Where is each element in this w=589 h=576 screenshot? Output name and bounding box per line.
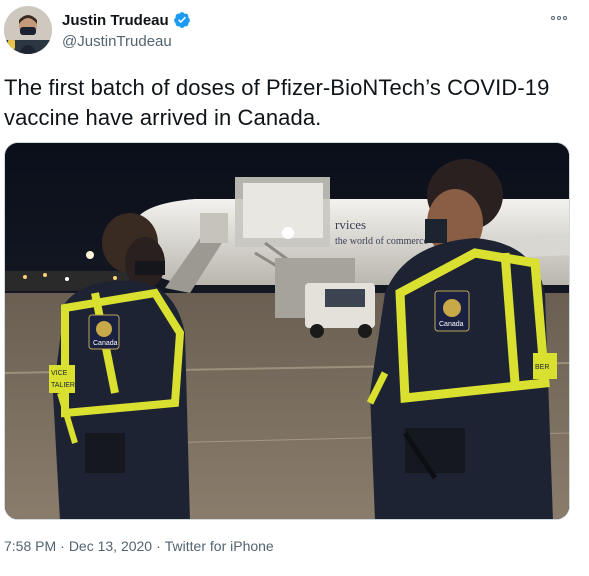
verified-badge-icon	[173, 12, 190, 28]
badge-text-left: Canada	[93, 340, 118, 347]
avatar[interactable]	[4, 6, 52, 54]
name-block: Justin Trudeau @JustinTrudeau	[62, 9, 191, 50]
tweet-media[interactable]: rvices the world of commerce Canada VICE…	[4, 142, 570, 520]
avatar-photo-icon	[4, 6, 52, 54]
meta-separator: ·	[60, 538, 65, 554]
display-name[interactable]: Justin Trudeau	[62, 12, 169, 29]
user-handle[interactable]: @JustinTrudeau	[62, 33, 191, 50]
tweet-header: Justin Trudeau @JustinTrudeau	[4, 6, 584, 58]
meta-separator: ·	[156, 538, 161, 554]
display-name-row: Justin Trudeau	[62, 9, 191, 31]
dot-icon	[563, 16, 567, 20]
tweet-time[interactable]: 7:58 PM	[4, 538, 56, 554]
vest-text-1: VICE	[51, 370, 68, 377]
tweet-source[interactable]: Twitter for iPhone	[165, 538, 274, 554]
tweet-date[interactable]: Dec 13, 2020	[69, 538, 152, 554]
vest-text-3: BER	[535, 364, 549, 371]
badge-text-right: Canada	[439, 321, 464, 328]
aircraft-text-2: the world of commerce	[335, 236, 429, 247]
aircraft-text-1: rvices	[335, 217, 366, 232]
tweet-card: Justin Trudeau @JustinTrudeau The first …	[0, 0, 589, 576]
dot-icon	[551, 16, 555, 20]
media-photo: rvices the world of commerce Canada VICE…	[5, 143, 569, 519]
tweet-meta: 7:58 PM · Dec 13, 2020 · Twitter for iPh…	[4, 538, 274, 554]
tweet-text: The first batch of doses of Pfizer-BioNT…	[4, 75, 550, 130]
vest-text-2: TALIER	[51, 382, 75, 389]
dot-icon	[557, 16, 561, 20]
more-options-button[interactable]	[548, 10, 570, 26]
